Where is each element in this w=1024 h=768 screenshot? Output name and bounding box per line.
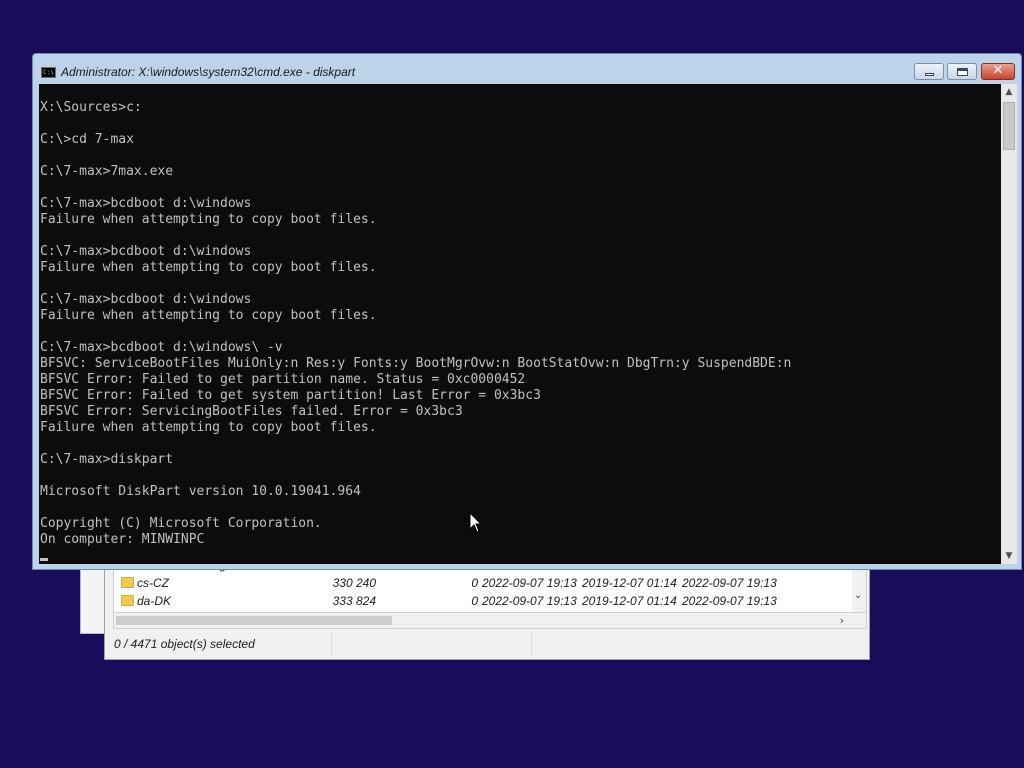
- file-list-horizontal-scrollbar[interactable]: ›: [113, 613, 867, 629]
- scrollbar-thumb[interactable]: [116, 616, 392, 625]
- console-line: Failure when attempting to copy boot fil…: [40, 212, 377, 227]
- title-bar[interactable]: C:\ Administrator: X:\windows\system32\c…: [33, 54, 1021, 84]
- file-name: cs-CZ: [137, 576, 169, 590]
- console-line: Failure when attempting to copy boot fil…: [40, 420, 377, 435]
- console-line: BFSVC Error: Failed to get system partit…: [40, 388, 541, 403]
- maximize-icon: [957, 68, 968, 76]
- file-date-created: 2019-12-07 01:14: [582, 594, 677, 608]
- console-line: Microsoft DiskPart version 10.0.19041.96…: [40, 484, 361, 499]
- console-line: Failure when attempting to copy boot fil…: [40, 308, 377, 323]
- list-item[interactable]: cs-CZ 330 240 0 2022-09-07 19:13 2019-12…: [114, 574, 854, 592]
- file-manager-window: ContainerSettingsProvid... 330 0 2019-12…: [104, 560, 870, 660]
- file-date-modified: 2022-09-07 19:13: [482, 594, 577, 608]
- close-button[interactable]: ✕: [981, 63, 1015, 80]
- console-line: BFSVC: ServiceBootFiles MuiOnly:n Res:y …: [40, 356, 792, 371]
- console-line: C:\7-max>7max.exe: [40, 164, 174, 179]
- console-vertical-scrollbar[interactable]: ▲ ▼: [1001, 84, 1017, 564]
- file-size: 330 240: [332, 576, 376, 590]
- file-date-accessed: 2022-09-07 19:13: [682, 594, 777, 608]
- window-title: Administrator: X:\windows\system32\cmd.e…: [61, 65, 356, 79]
- console-line: Failure when attempting to copy boot fil…: [40, 260, 377, 275]
- file-date-accessed: 2022-09-07 19:13: [682, 576, 777, 590]
- status-divider: [531, 633, 532, 655]
- console-line: X:\Sources>c:: [40, 100, 142, 115]
- scrollbar-thumb[interactable]: [1003, 102, 1015, 150]
- folder-icon: [121, 577, 134, 588]
- chevron-right-icon[interactable]: ›: [840, 614, 844, 627]
- console-text: X:\Sources>c: C:\>cd 7-max C:\7-max>7max.e…: [40, 100, 791, 548]
- console-line: C:\7-max>bcdboot d:\windows: [40, 292, 252, 307]
- selection-status: 0 / 4471 object(s) selected: [114, 637, 255, 651]
- status-divider: [331, 633, 332, 655]
- file-packed: 0: [471, 576, 478, 590]
- chevron-down-icon[interactable]: ⌄: [854, 590, 862, 601]
- console-line: BFSVC Error: Failed to get partition nam…: [40, 372, 526, 387]
- file-date-created: 2019-12-07 01:14: [582, 576, 677, 590]
- console-output[interactable]: X:\Sources>c: C:\>cd 7-max C:\7-max>7max.e…: [39, 84, 1001, 564]
- console-line: BFSVC Error: ServicingBootFiles failed. …: [40, 404, 463, 419]
- console-line: Copyright (C) Microsoft Corporation.: [40, 516, 322, 531]
- file-size: 333 824: [332, 594, 376, 608]
- maximize-button[interactable]: [947, 63, 977, 80]
- cmd-app-icon[interactable]: C:\: [41, 67, 56, 78]
- scroll-down-arrow-icon[interactable]: ▼: [1001, 548, 1017, 564]
- status-bar: 0 / 4471 object(s) selected: [105, 631, 869, 659]
- console-line: C:\7-max>bcdboot d:\windows: [40, 196, 252, 211]
- text-cursor: [40, 558, 48, 561]
- minimize-button[interactable]: [914, 63, 944, 80]
- close-icon: ✕: [992, 63, 1004, 78]
- background-window-edge: [80, 560, 104, 634]
- folder-icon: [121, 595, 134, 606]
- console-line: C:\7-max>bcdboot d:\windows\ -v: [40, 340, 283, 355]
- minimize-icon: [925, 73, 934, 76]
- list-item[interactable]: da-DK 333 824 0 2022-09-07 19:13 2019-12…: [114, 592, 854, 610]
- console-line: C:\7-max>bcdboot d:\windows: [40, 244, 252, 259]
- console-line: C:\>cd 7-max: [40, 132, 134, 147]
- mouse-pointer-icon: [469, 512, 483, 533]
- cmd-window: C:\ Administrator: X:\windows\system32\c…: [32, 53, 1022, 570]
- console-line: On computer: MINWINPC: [40, 532, 205, 547]
- file-name: da-DK: [137, 594, 172, 608]
- file-packed: 0: [471, 594, 478, 608]
- scroll-up-arrow-icon[interactable]: ▲: [1001, 84, 1017, 100]
- file-date-modified: 2022-09-07 19:13: [482, 576, 577, 590]
- console-line: C:\7-max>diskpart: [40, 452, 174, 467]
